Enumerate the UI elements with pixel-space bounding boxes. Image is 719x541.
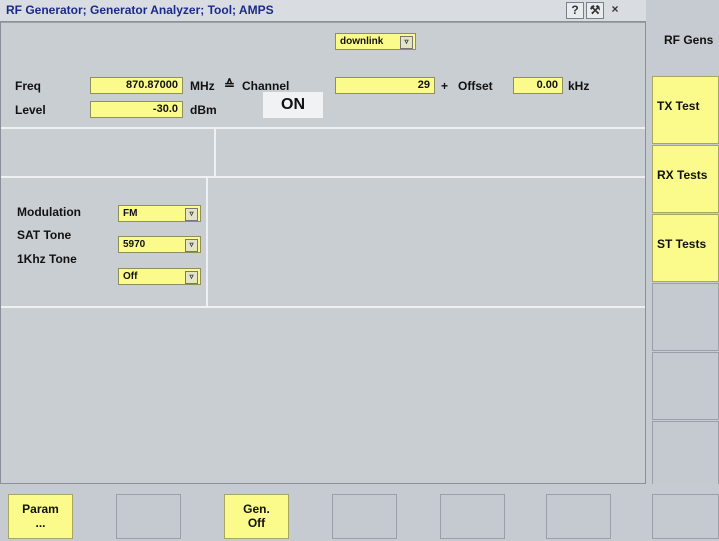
rx-tests-label: RX Tests bbox=[657, 168, 708, 182]
bottom-softkey-2[interactable] bbox=[116, 494, 181, 539]
sat-tone-label: SAT Tone bbox=[17, 228, 72, 242]
rx-tests-softkey[interactable]: RX Tests bbox=[652, 145, 719, 213]
right-panel-header: RF Gens bbox=[664, 33, 714, 47]
freq-field[interactable]: 870.87000 bbox=[90, 77, 183, 94]
freq-unit: MHz bbox=[190, 79, 215, 93]
gen-softkey-label: Gen. bbox=[243, 502, 270, 516]
tx-test-label: TX Test bbox=[657, 99, 700, 113]
empty-panel-left bbox=[1, 129, 214, 176]
st-tests-label: ST Tests bbox=[657, 237, 707, 251]
offset-unit: kHz bbox=[568, 79, 590, 93]
chevron-down-icon: ▿ bbox=[185, 208, 198, 221]
bottom-softkey-4[interactable] bbox=[332, 494, 397, 539]
level-unit: dBm bbox=[190, 103, 217, 117]
link-direction-dropdown[interactable]: downlink ▿ bbox=[335, 33, 416, 50]
modulation-label: Modulation bbox=[17, 205, 81, 219]
khz-tone-dropdown[interactable]: Off ▿ bbox=[118, 268, 201, 285]
chevron-down-icon: ▿ bbox=[185, 239, 198, 252]
offset-field[interactable]: 0.00 bbox=[513, 77, 563, 94]
st-tests-softkey[interactable]: ST Tests bbox=[652, 214, 719, 282]
level-label: Level bbox=[15, 103, 46, 117]
right-softkey-5[interactable] bbox=[652, 352, 719, 420]
khz-tone-label: 1Khz Tone bbox=[17, 252, 77, 266]
channel-field[interactable]: 29 bbox=[335, 77, 435, 94]
khz-tone-value: Off bbox=[123, 271, 138, 282]
chevron-down-icon: ▿ bbox=[400, 36, 413, 49]
title-bar: RF Generator; Generator Analyzer; Tool; … bbox=[0, 0, 646, 22]
close-icon[interactable]: × bbox=[606, 2, 624, 19]
sat-tone-dropdown[interactable]: 5970 ▿ bbox=[118, 236, 201, 253]
freq-label: Freq bbox=[15, 79, 42, 93]
channel-label: Channel bbox=[242, 79, 290, 93]
gen-softkey-state: Off bbox=[247, 516, 266, 530]
bottom-softkey-7[interactable] bbox=[652, 494, 719, 539]
param-softkey-label: Param bbox=[22, 502, 59, 516]
empty-panel-right bbox=[216, 129, 645, 176]
chevron-down-icon: ▿ bbox=[185, 271, 198, 284]
param-softkey[interactable]: Param ... bbox=[8, 494, 73, 539]
bottom-softkey-6[interactable] bbox=[546, 494, 611, 539]
tx-test-softkey[interactable]: TX Test bbox=[652, 76, 719, 144]
param-softkey-ellipsis: ... bbox=[35, 516, 46, 530]
lower-panel bbox=[1, 308, 645, 483]
link-direction-value: downlink bbox=[340, 36, 384, 47]
bottom-softkey-5[interactable] bbox=[440, 494, 505, 539]
help-icon[interactable]: ? bbox=[566, 2, 584, 19]
offset-label: Offset bbox=[458, 79, 493, 93]
coupled-icon: ≙ bbox=[224, 77, 235, 92]
modulation-right-panel bbox=[208, 178, 645, 306]
level-field[interactable]: -30.0 bbox=[90, 101, 183, 118]
wrench-icon[interactable]: ⚒ bbox=[586, 2, 604, 19]
modulation-dropdown[interactable]: FM ▿ bbox=[118, 205, 201, 222]
gen-off-softkey[interactable]: Gen. Off bbox=[224, 494, 289, 539]
modulation-value: FM bbox=[123, 208, 138, 219]
sat-tone-value: 5970 bbox=[123, 239, 146, 250]
generator-status-indicator: ON bbox=[263, 92, 323, 118]
window-title: RF Generator; Generator Analyzer; Tool; … bbox=[6, 3, 274, 17]
offset-plus-sign: + bbox=[441, 79, 449, 93]
right-softkey-6[interactable] bbox=[652, 421, 719, 489]
right-softkey-4[interactable] bbox=[652, 283, 719, 351]
